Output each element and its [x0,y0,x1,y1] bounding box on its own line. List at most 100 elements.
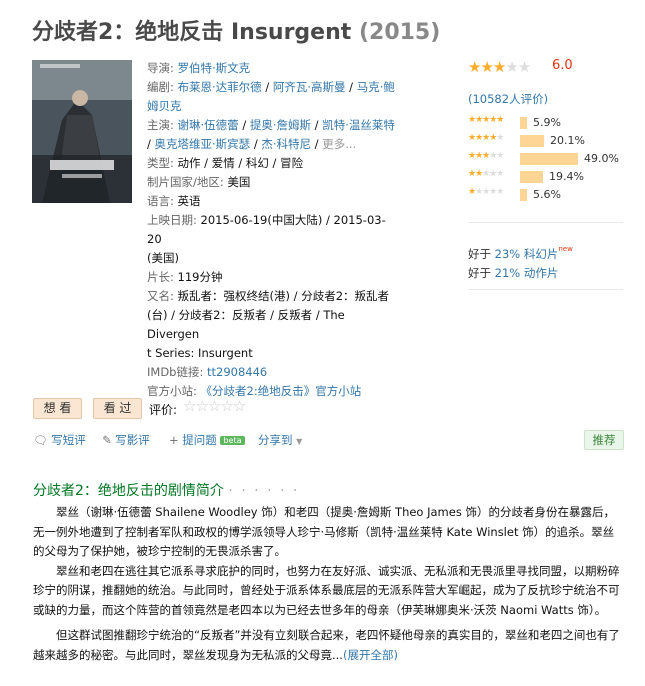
movie-year: (2015) [358,20,441,45]
aka-label: 又名: [147,289,174,303]
rating-stars: ★★★★★ [468,58,531,76]
writer-link[interactable]: 布莱恩·达菲尔德 [178,80,262,94]
release-label: 上映日期: [147,213,197,227]
rating-panel: ★★★★★ 6.0 (10582人评价) ★★★★★ 5.9% ★★★★★ 20… [468,58,628,201]
better-than-action: 好于 21% 动作片 [468,265,558,281]
better-action-link[interactable]: 21% 动作片 [495,266,559,280]
summary-text: 翠丝（谢琳·伍德蕾 Shailene Woodley 饰）和老四（提奥·詹姆斯 … [33,503,625,665]
info-runtime: 片长: 119分钟 [147,268,397,287]
rating-row-2: ★★★★★ 19.4% [468,169,638,184]
info-country: 制片国家/地区: 美国 [147,173,397,192]
info-genre: 类型: 动作 / 爱情 / 科幻 / 冒险 [147,154,397,173]
divider [468,289,623,290]
rating-row-1: ★★★★★ 5.6% [468,187,638,202]
better-prefix: 好于 [468,266,495,280]
language-value: 英语 [177,194,201,208]
aka-line: 叛乱者：强权终结(港) / 分歧者2：叛乱者 [177,289,390,303]
rating-bar [520,117,527,129]
cast-link[interactable]: 谢琳·伍德蕾 [178,118,239,132]
movie-info: 导演: 罗伯特·斯文克 编剧: 布莱恩·达菲尔德 / 阿齐瓦·高斯曼 / 马克·… [147,59,397,401]
site-link[interactable]: 《分歧者2:绝地反击》官方小站 [201,384,362,398]
star-icons: ★★★★★ [468,187,504,197]
summary-title: 分歧者2：绝地反击的剧情简介 [33,483,224,499]
watched-button[interactable]: 看 过 [93,398,142,419]
star-icons: ★★★★★ [468,115,504,125]
plus-icon: + [169,433,179,447]
cast-link[interactable]: 提奥·詹姆斯 [250,118,311,132]
country-label: 制片国家/地区: [147,175,224,189]
cast-label: 主演: [147,118,174,132]
star-icons: ★★★★★ [468,133,504,143]
summary-paragraph-text: 但这群试图推翻珍宁统治的“反叛者”并没有立刻联合起来，老四怀疑他母亲的真实目的，… [33,628,620,662]
rating-bar [520,135,544,147]
recommend-button[interactable]: 推荐 [584,430,624,450]
summary-paragraph: 翠丝（谢琳·伍德蕾 Shailene Woodley 饰）和老四（提奥·詹姆斯 … [33,505,615,558]
movie-poster[interactable] [32,60,132,203]
rating-percent: 49.0% [584,152,619,165]
info-release: 上映日期: 2015-06-19(中国大陆) / 2015-03-20 (美国) [147,211,397,268]
info-language: 语言: 英语 [147,192,397,211]
page-title: 分歧者2：绝地反击 Insurgent (2015) [32,14,440,46]
rating-percent: 20.1% [550,134,585,147]
better-prefix: 好于 [468,247,495,261]
summary-dots: · · · · · · [228,483,300,499]
cast-link[interactable]: 奥克塔维亚·斯宾瑟 [155,137,251,151]
aka-line: t Series: Insurgent [147,346,253,360]
write-review-link[interactable]: ✎ 写影评 [102,432,150,448]
language-label: 语言: [147,194,174,208]
summary-heading: 分歧者2：绝地反击的剧情简介 · · · · · · [33,480,299,500]
rating-bar [520,171,543,183]
site-label: 官方小站: [147,384,197,398]
writer-label: 编剧: [147,80,174,94]
rating-row-4: ★★★★★ 20.1% [468,133,638,148]
info-cast: 主演: 谢琳·伍德蕾 / 提奥·詹姆斯 / 凯特·温丝莱特 / 奥克塔维亚·斯宾… [147,118,395,151]
rating-percent: 19.4% [549,170,584,183]
rating-bar [520,189,527,201]
summary-paragraph: 翠丝和老四在逃往其它派系寻求庇护的同时，也努力在友好派、诚实派、无私派和无畏派里… [33,563,620,617]
info-director: 导演: 罗伯特·斯文克 [147,59,397,78]
expand-all-link[interactable]: (展开全部) [343,648,398,662]
chevron-down-icon: ▼ [296,437,303,446]
beta-badge: beta [220,436,245,445]
share-label: 分享到 [258,433,293,447]
writer-link[interactable]: 阿齐瓦·高斯曼 [273,80,346,94]
pencil-icon: ✎ [102,433,112,447]
info-aka: 又名: 叛乱者：强权终结(港) / 分歧者2：叛乱者 (台) / 分歧者2：反叛… [147,287,397,363]
cast-link[interactable]: 凯特·温丝莱特 [322,118,395,132]
more-cast-link[interactable]: 更多... [322,137,356,151]
rate-label: 评价: [149,403,178,417]
write-review-label: 写影评 [115,433,150,447]
write-short-label: 写短评 [51,433,86,447]
new-badge: new [558,245,573,253]
summary-paragraph: 但这群试图推翻珍宁统治的“反叛者”并没有立刻联合起来，老四怀疑他母亲的真实目的，… [33,626,625,665]
release-country-us: (美国) [147,251,179,265]
write-short-comment-link[interactable]: 🗨 写短评 [33,432,86,448]
info-imdb: IMDb链接: tt2908446 [147,363,397,382]
rate-stars-input[interactable]: ☆☆☆☆☆ [183,397,246,415]
aka-line: (台) / 分歧者2：反叛者 / 反叛者 / The Divergen [147,308,345,341]
divider [468,222,623,223]
want-to-watch-button[interactable]: 想 看 [33,398,82,419]
comment-icon: 🗨 [33,433,48,447]
ask-question-link[interactable]: + 提问题 beta [169,432,245,448]
release-separator: / [322,213,334,227]
info-writers: 编剧: 布莱恩·达菲尔德 / 阿齐瓦·高斯曼 / 马克·鲍姆贝克 [147,80,395,113]
share-dropdown[interactable]: 分享到 ▼ [258,432,302,448]
imdb-link[interactable]: tt2908446 [207,365,267,379]
director-label: 导演: [147,61,174,75]
rating-votes-link[interactable]: (10582人评价) [468,91,548,107]
director-link[interactable]: 罗伯特·斯文克 [178,61,251,75]
rating-percent: 5.6% [533,188,561,201]
runtime-value: 119分钟 [177,270,223,284]
better-scifi-link[interactable]: 23% 科幻片 [495,247,559,261]
rating-percent: 5.9% [533,116,561,129]
release-date-cn: 2015-06-19(中国大陆) [200,213,323,227]
genre-label: 类型: [147,156,174,170]
star-icons: ★★★★★ [468,151,504,161]
rating-score: 6.0 [552,58,573,73]
poster-image [32,60,132,203]
rating-bar [520,153,578,165]
rating-row-3: ★★★★★ 49.0% [468,151,638,166]
cast-link[interactable]: 杰·科特尼 [261,137,311,151]
imdb-label: IMDb链接: [147,365,204,379]
